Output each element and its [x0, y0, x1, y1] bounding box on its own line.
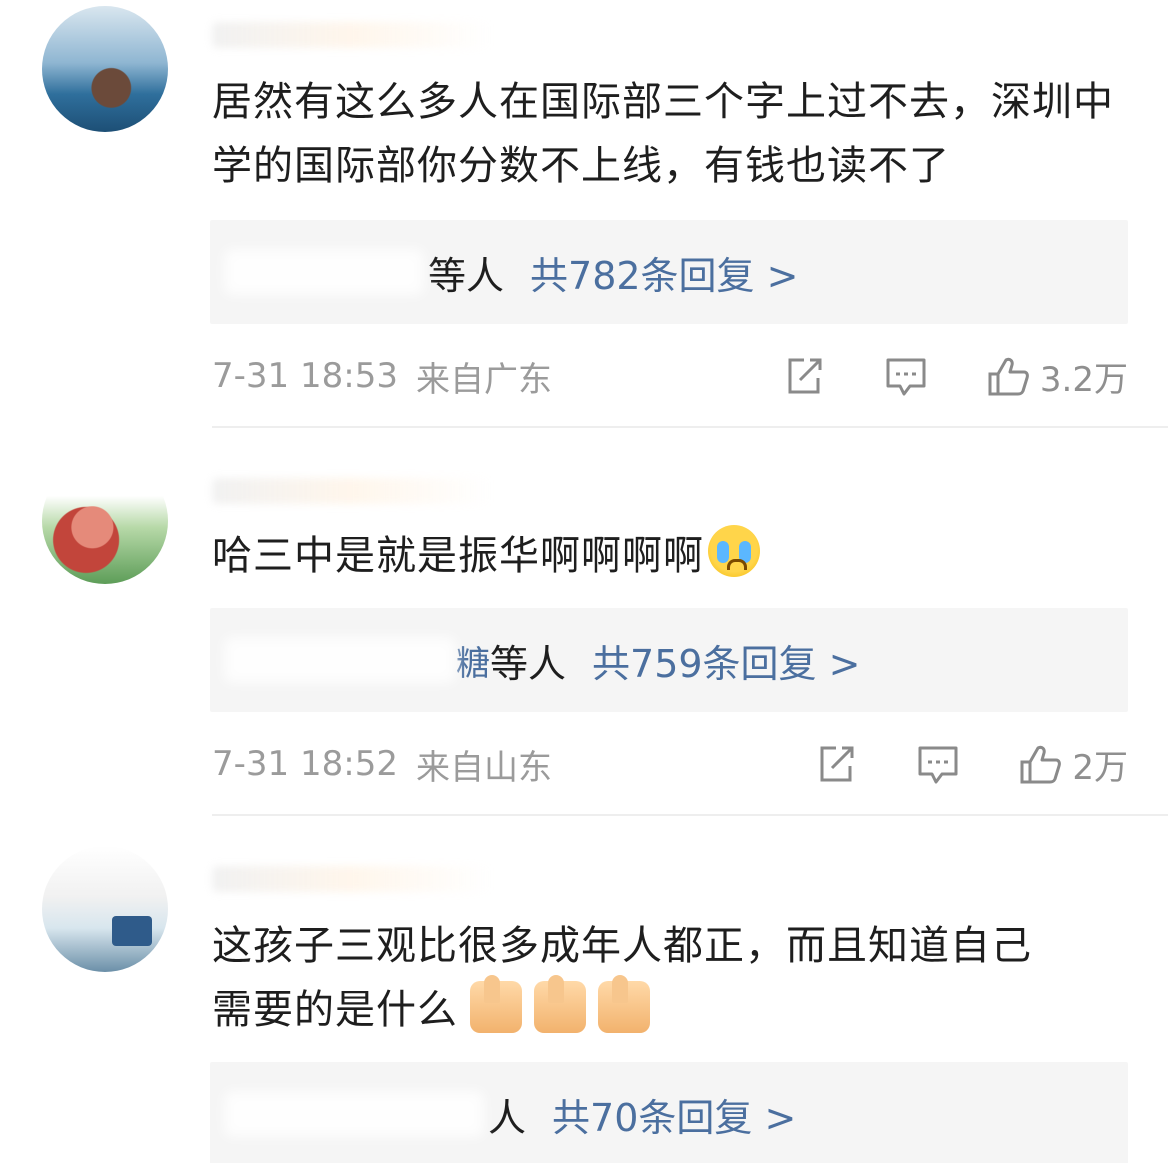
- avatar[interactable]: [42, 6, 168, 132]
- action-bar: 3.2万: [782, 348, 1128, 404]
- thumbs-up-icon[interactable]: [1018, 742, 1062, 786]
- reply-count-link[interactable]: 共70条回复 >: [552, 1087, 796, 1142]
- reply-user-fragment: 糖: [456, 643, 490, 684]
- comment-text-line-2-content: 需要的是什么: [212, 987, 458, 1033]
- replies-summary[interactable]: 糖 等人 共759条回复 >: [210, 608, 1128, 712]
- crying-face-emoji: [708, 525, 760, 577]
- thumbs-up-emoji: [470, 975, 522, 1033]
- username-blurred[interactable]: [212, 22, 492, 48]
- action-bar: 2万: [814, 736, 1128, 792]
- comment-text: 居然有这么多人在国际部三个字上过不去，深圳中学的国际部你分数不上线，有钱也读不了: [212, 79, 1114, 189]
- username-blurred[interactable]: [212, 478, 492, 504]
- comment-meta: 7-31 18:53 来自广东 3.2万: [212, 348, 1128, 404]
- comment-text-content: 哈三中是就是振华啊啊啊啊: [212, 533, 704, 579]
- reply-users-blurred: [224, 249, 424, 295]
- comment-text-line-2: 需要的是什么: [212, 975, 1132, 1042]
- comment-icon[interactable]: [884, 354, 928, 398]
- share-icon[interactable]: [814, 742, 858, 786]
- share-icon[interactable]: [782, 354, 826, 398]
- like-count: 3.2万: [1039, 359, 1128, 400]
- location: 来自山东: [415, 747, 552, 788]
- timestamp: 7-31 18:53: [212, 356, 398, 396]
- thumbs-up-icon[interactable]: [986, 354, 1030, 398]
- reply-users-label: 等人: [428, 253, 505, 298]
- avatar[interactable]: [42, 846, 168, 972]
- replies-summary[interactable]: 人 共70条回复 >: [210, 1062, 1128, 1163]
- comment-meta: 7-31 18:52 来自山东 2万: [212, 736, 1128, 792]
- reply-users-blurred: [224, 1091, 484, 1137]
- like-count: 2万: [1072, 747, 1128, 788]
- reply-users-blurred: [224, 637, 456, 683]
- reply-users-label: 等人: [490, 641, 567, 686]
- thumbs-up-emoji: [598, 975, 650, 1033]
- divider: [212, 426, 1168, 428]
- avatar[interactable]: [42, 458, 168, 584]
- timestamp: 7-31 18:52: [212, 744, 398, 784]
- thumbs-up-emoji: [534, 975, 586, 1033]
- comment-icon[interactable]: [916, 742, 960, 786]
- reply-users-label: 人: [488, 1095, 527, 1140]
- comment-text-line-1: 这孩子三观比很多成年人都正，而且知道自己: [212, 923, 1032, 969]
- comment-text: 这孩子三观比很多成年人都正，而且知道自己 需要的是什么: [212, 914, 1132, 1042]
- replies-summary[interactable]: 等人 共782条回复 >: [210, 220, 1128, 324]
- reply-count-link[interactable]: 共759条回复 >: [592, 633, 860, 688]
- comment-text: 哈三中是就是振华啊啊啊啊: [212, 524, 1132, 588]
- divider: [212, 814, 1168, 816]
- reply-count-link[interactable]: 共782条回复 >: [530, 245, 798, 300]
- username-blurred[interactable]: [212, 866, 492, 892]
- location: 来自广东: [415, 359, 552, 400]
